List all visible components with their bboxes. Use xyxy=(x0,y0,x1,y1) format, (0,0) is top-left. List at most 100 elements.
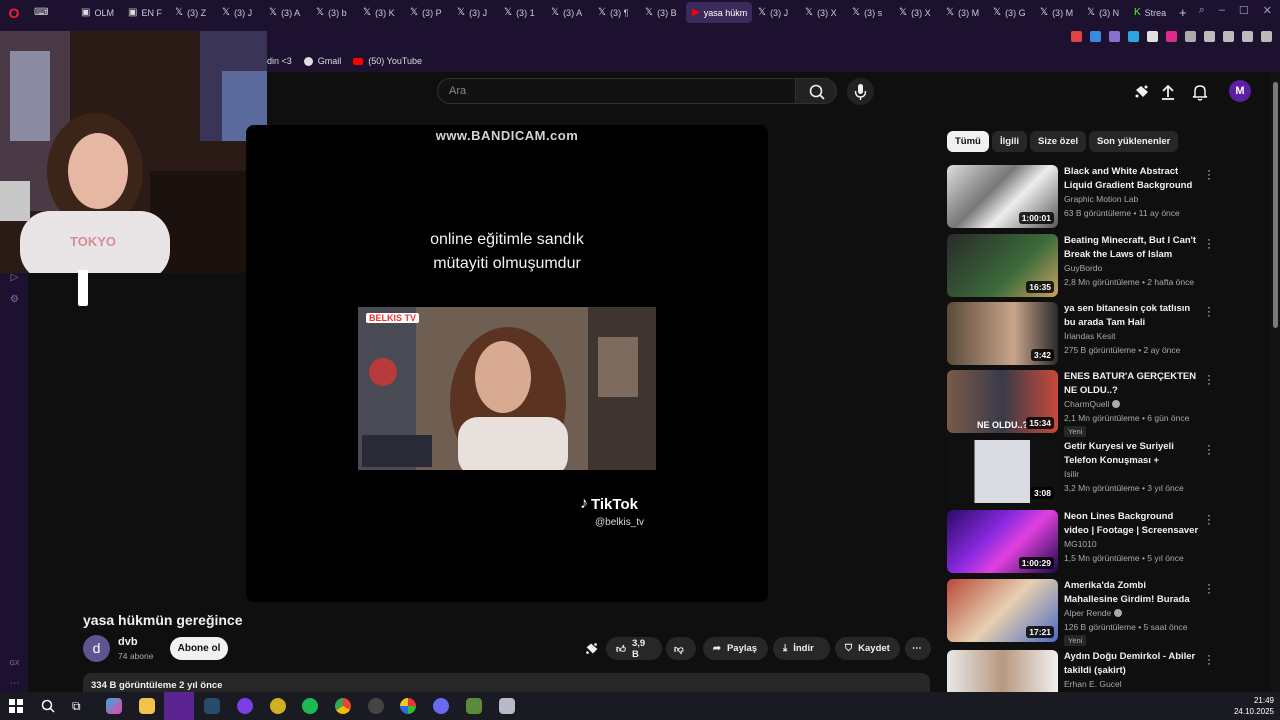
channel-name[interactable]: İrlandas Kesit xyxy=(1064,331,1116,341)
app-icon[interactable] xyxy=(237,698,253,714)
maximize-icon[interactable]: ☐ xyxy=(1239,4,1249,17)
video-thumbnail[interactable]: NE OLDU..? 15:34 xyxy=(947,370,1058,433)
recommended-video[interactable]: 16:35 Beating Minecraft, But I Can't Brea… xyxy=(947,233,1217,297)
video-title[interactable]: Getir Kuryesi ve Suriyeli Telefon Konuşm… xyxy=(1064,440,1200,467)
browser-tab[interactable]: 𝕏 (3) G xyxy=(987,2,1034,23)
browser-tab[interactable]: 𝕏 (3) J xyxy=(216,2,263,23)
browser-tab[interactable]: 𝕏 (3) A xyxy=(545,2,592,23)
create-sparkle-icon[interactable] xyxy=(1132,82,1152,102)
video-title[interactable]: ya sen bitanesin çok tatlısın bu arada T… xyxy=(1064,302,1200,329)
video-title[interactable]: Amerika'da Zombi Mahallesine Girdim! Bur… xyxy=(1064,579,1200,606)
bookmark-item[interactable]: din <3 xyxy=(267,56,292,66)
kebab-menu-icon[interactable]: · · · xyxy=(1206,301,1212,321)
menu-icon[interactable] xyxy=(1261,31,1272,42)
translate-icon[interactable] xyxy=(1090,31,1101,42)
account-avatar[interactable]: M xyxy=(1229,80,1251,102)
task-view-icon[interactable]: ⧉ xyxy=(72,698,88,714)
bookmark-item[interactable]: Gmail xyxy=(303,56,341,66)
close-window-icon[interactable]: ✕ xyxy=(1263,4,1272,17)
chip-all[interactable]: Tümü xyxy=(947,131,989,152)
app-icon[interactable] xyxy=(270,698,286,714)
recommended-video[interactable]: 17:21 Amerika'da Zombi Mahallesine Girdim… xyxy=(947,578,1217,646)
recommended-video[interactable]: 3:42 ya sen bitanesin çok tatlısın bu ara… xyxy=(947,301,1217,365)
taskbar-search-icon[interactable] xyxy=(40,698,56,714)
browser-tab[interactable]: 𝕏 (3) s xyxy=(846,2,893,23)
video-title[interactable]: Beating Minecraft, But I Can't Break the… xyxy=(1064,234,1200,261)
browser-tab[interactable]: 𝕏 (3) J xyxy=(752,2,799,23)
video-thumbnail[interactable]: 3:08 xyxy=(947,440,1058,503)
spotify-icon[interactable] xyxy=(302,698,318,714)
save-button[interactable]: ⛉ Kaydet xyxy=(835,637,900,660)
chip-for-you[interactable]: Size özel xyxy=(1030,131,1087,152)
video-thumbnail[interactable] xyxy=(947,650,1058,692)
video-thumbnail[interactable]: 3:42 xyxy=(947,302,1058,365)
search-button[interactable] xyxy=(795,78,837,104)
browser-tab[interactable]: 𝕏 (3) Z xyxy=(169,2,216,23)
chip-related[interactable]: İlgili xyxy=(992,131,1027,152)
settings-icon[interactable]: ⚙ xyxy=(9,294,20,305)
extension-icon[interactable] xyxy=(1166,31,1177,42)
channel-name[interactable]: dvb xyxy=(118,636,138,648)
search-input[interactable]: Ara xyxy=(437,78,796,104)
video-title[interactable]: Aydın Doğu Demirkol - Abiler takildi (şa… xyxy=(1064,650,1200,677)
extension-icon[interactable] xyxy=(1071,31,1082,42)
minecraft-icon[interactable] xyxy=(466,698,482,714)
download-icon[interactable] xyxy=(1223,31,1234,42)
channel-name[interactable]: GuyBordo xyxy=(1064,263,1102,273)
steam-icon[interactable] xyxy=(204,698,220,714)
kebab-menu-icon[interactable]: · · · xyxy=(1206,439,1212,459)
browser-tab[interactable]: 𝕏 (3) A xyxy=(263,2,310,23)
notifications-bell-icon[interactable] xyxy=(1190,82,1210,102)
gx-icon[interactable]: GX xyxy=(9,658,20,669)
video-title[interactable]: Neon Lines Background video | Footage | … xyxy=(1064,510,1200,537)
recommended-video[interactable]: 1:00:01 Black and White Abstract Liquid G… xyxy=(947,164,1217,228)
video-thumbnail[interactable]: 1:00:01 xyxy=(947,165,1058,228)
browser-tab[interactable]: 𝕏 (3) M xyxy=(940,2,987,23)
video-player[interactable]: www.BANDICAM.com online eğitimle sandık … xyxy=(246,125,768,602)
opera-logo-icon[interactable]: O xyxy=(0,5,28,21)
dislike-button[interactable]: 👎︎ xyxy=(666,637,696,660)
channel-name[interactable]: Graphic Motion Lab xyxy=(1064,194,1138,204)
video-title[interactable]: ENES BATUR'A GERÇEKTEN NE OLDU..? xyxy=(1064,370,1200,397)
channel-name[interactable]: Erhan E. Gucel xyxy=(1064,679,1122,689)
channel-name[interactable]: CharmQuell xyxy=(1064,399,1121,409)
video-thumbnail[interactable]: 1:00:29 xyxy=(947,510,1058,573)
search-tabs-icon[interactable]: ⌕ xyxy=(1199,4,1205,17)
copilot-icon[interactable] xyxy=(106,698,122,714)
camera-icon[interactable] xyxy=(1242,31,1253,42)
channel-name[interactable]: Alper Rende xyxy=(1064,608,1123,618)
share-button[interactable]: ➦ Paylaş xyxy=(703,637,768,660)
extension-icon[interactable] xyxy=(1109,31,1120,42)
extension-icon[interactable] xyxy=(1147,31,1158,42)
download-button[interactable]: ⤓ İndir xyxy=(773,637,830,660)
kebab-menu-icon[interactable]: · · · xyxy=(1206,233,1212,253)
new-tab-icon[interactable]: + xyxy=(1179,5,1187,20)
browser-tab[interactable]: 𝕏 (3) P xyxy=(404,2,451,23)
recommended-video[interactable]: 3:08 Getir Kuryesi ve Suriyeli Telefon Ko… xyxy=(947,439,1217,503)
discord-icon[interactable] xyxy=(433,698,449,714)
channel-name[interactable]: Isilir xyxy=(1064,469,1079,479)
file-explorer-icon[interactable] xyxy=(139,698,155,714)
bookmark-item[interactable]: (50) YouTube xyxy=(353,56,422,66)
browser-tab[interactable]: 𝕏 (3) b xyxy=(310,2,357,23)
recommended-video[interactable]: NE OLDU..? 15:34 ENES BATUR'A GERÇEKTEN NE… xyxy=(947,369,1217,437)
tab-active[interactable]: ▶ yasa hükm xyxy=(686,2,752,23)
channel-name[interactable]: MG1010 xyxy=(1064,539,1097,549)
puzzle-icon[interactable] xyxy=(1185,31,1196,42)
more-actions-button[interactable]: ⋯ xyxy=(905,637,931,660)
browser-tab[interactable]: K Strea xyxy=(1128,2,1175,23)
obs-icon[interactable] xyxy=(368,698,384,714)
kebab-menu-icon[interactable]: · · · xyxy=(1206,649,1212,669)
like-button[interactable]: 👍︎ 3,9 B xyxy=(606,637,662,660)
browser-tab[interactable]: ⌨ xyxy=(28,2,75,23)
chrome-icon[interactable] xyxy=(335,698,351,714)
opera-gx-taskbar-icon[interactable] xyxy=(164,692,194,720)
upload-icon[interactable] xyxy=(1158,82,1178,102)
app-icon[interactable] xyxy=(499,698,515,714)
browser-tab[interactable]: ▣ OLM xyxy=(75,2,122,23)
app-icon[interactable] xyxy=(400,698,416,714)
browser-tab[interactable]: 𝕏 (3) 1 xyxy=(498,2,545,23)
channel-avatar[interactable]: d xyxy=(83,635,110,662)
video-title[interactable]: Black and White Abstract Liquid Gradient… xyxy=(1064,165,1200,192)
kebab-menu-icon[interactable]: · · · xyxy=(1206,509,1212,529)
